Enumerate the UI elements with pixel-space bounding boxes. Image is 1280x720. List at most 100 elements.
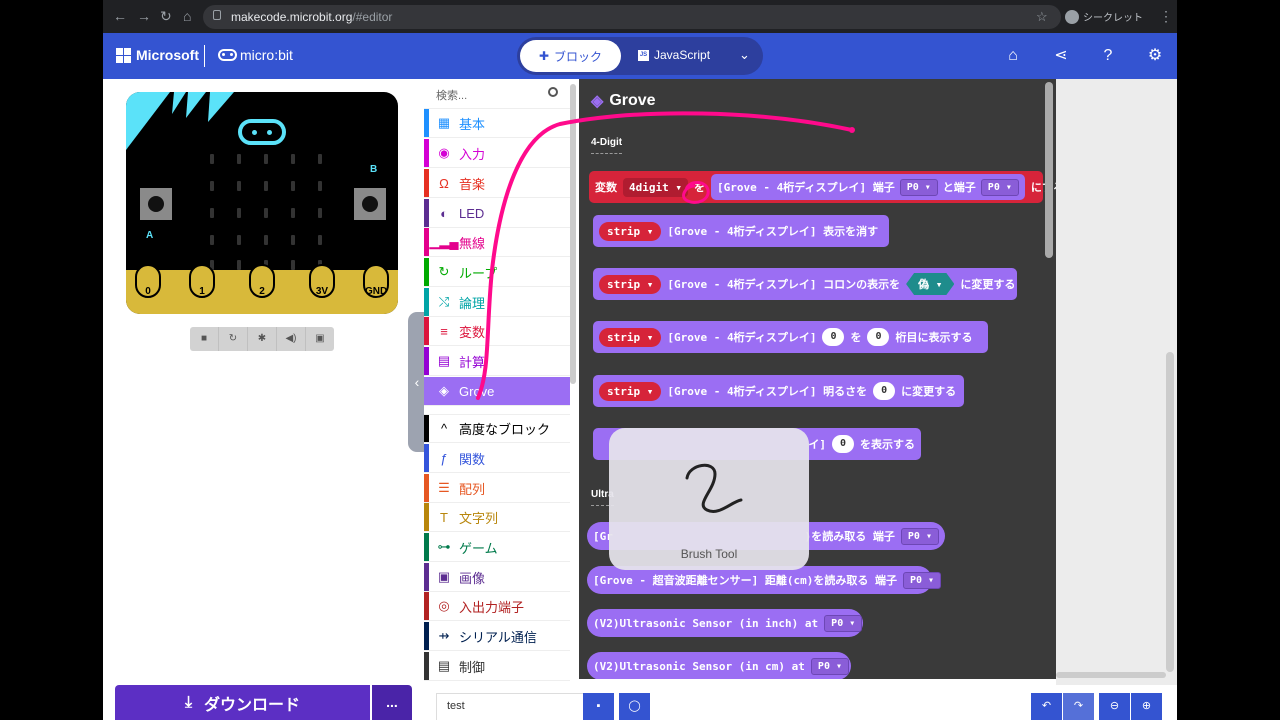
browser-menu-icon[interactable]: ⋮ (1159, 8, 1173, 25)
number-input[interactable]: 0 (822, 328, 845, 346)
variable-dropdown[interactable]: strip ▾ (599, 274, 662, 294)
download-button[interactable]: ⤓ ダウンロード (115, 685, 370, 720)
block-set-brightness[interactable]: strip ▾ [Grove - 4桁ディスプレイ] 明るさを 0 に変更する (593, 375, 964, 407)
gear-icon[interactable]: ⚙ (1145, 46, 1165, 66)
profile-button[interactable]: シークレット (1065, 9, 1143, 24)
pin-0[interactable]: 0 (135, 264, 161, 298)
category-functions[interactable]: ƒ 関数 (424, 444, 570, 473)
button-b[interactable] (354, 188, 386, 220)
category-basic[interactable]: ▦ 基本 (424, 109, 570, 138)
image-icon: ▣ (437, 569, 451, 584)
category-game[interactable]: ⊶ ゲーム (424, 533, 570, 562)
category-math[interactable]: ▤ 計算 (424, 347, 570, 376)
category-control[interactable]: ▤ 制御 (424, 652, 570, 681)
header-divider (204, 45, 205, 67)
fullscreen-icon[interactable]: ▣ (306, 327, 334, 351)
forward-icon[interactable]: → (137, 8, 151, 24)
microbit-logo[interactable]: micro:bit (218, 47, 293, 63)
toolbox: 検索... ▦ 基本 ◉ 入力 Ω 音楽 ◐ LED ▁▂▄ 無線 ↻ ループ ⤭ 論理 ≡ 変… (424, 79, 570, 685)
block-colon-display[interactable]: strip ▾ [Grove - 4桁ディスプレイ] コロンの表示を 偽 ▾ に… (593, 268, 1017, 300)
browser-toolbar: ← → ↻ ⌂ makecode.microbit.org/#editor ☆ … (103, 0, 1177, 33)
pin-1[interactable]: 1 (189, 264, 215, 298)
button-a-label: A (146, 230, 154, 241)
help-icon[interactable]: ? (1098, 46, 1118, 66)
home-button-icon[interactable]: ⌂ (1003, 46, 1023, 66)
home-icon[interactable]: ⌂ (183, 8, 191, 24)
workspace-hscrollbar[interactable] (1056, 672, 1166, 678)
tab-blocks[interactable]: ✚ ブロック (520, 40, 621, 72)
debug-icon[interactable]: ✱ (248, 327, 277, 351)
button-a[interactable] (140, 188, 172, 220)
chevron-down-icon[interactable]: ⌄ (739, 47, 750, 63)
redo-icon[interactable]: ↷ (1063, 693, 1094, 720)
category-serial[interactable]: ⇸ シリアル通信 (424, 622, 570, 651)
undo-icon[interactable]: ↶ (1031, 693, 1062, 720)
toolbox-search[interactable]: 検索... (424, 79, 570, 109)
variable-dropdown[interactable]: strip ▾ (599, 327, 662, 347)
zoom-in-icon[interactable]: ⊕ (1131, 693, 1162, 720)
pin-dropdown[interactable]: P0 ▾ (902, 571, 942, 589)
flyout-scrollbar[interactable] (1045, 82, 1053, 258)
category-led[interactable]: ◐ LED (424, 199, 570, 228)
category-radio[interactable]: ▁▂▄ 無線 (424, 228, 570, 257)
variable-dropdown[interactable]: strip ▾ (599, 381, 662, 401)
category-arrays[interactable]: ☰ 配列 (424, 474, 570, 503)
address-bar[interactable]: makecode.microbit.org/#editor (203, 5, 1061, 29)
editor-footer: ⤓ ダウンロード ... test ▪ ◯ ↶ ↷ ⊖ ⊕ (103, 685, 1177, 720)
category-pins[interactable]: ◎ 入出力端子 (424, 592, 570, 621)
microsoft-logo-icon (116, 48, 131, 63)
download-more-button[interactable]: ... (372, 685, 412, 720)
category-variables[interactable]: ≡ 変数 (424, 317, 570, 346)
pin-dropdown[interactable]: P0 ▾ (824, 614, 863, 632)
grove-4digit-create-block[interactable]: [Grove - 4桁ディスプレイ] 端子 P0 ▾ と端子 P0 ▾ (711, 174, 1025, 200)
category-grove[interactable]: ◈ Grove (424, 377, 570, 406)
pin-dropdown[interactable]: P0 ▾ (899, 178, 938, 196)
bookmark-star-icon[interactable]: ☆ (1036, 9, 1048, 25)
pin-3v[interactable]: 3V (309, 264, 335, 298)
code-workspace[interactable] (1056, 79, 1177, 685)
section-label-4digit: 4-Digit (591, 137, 623, 154)
category-images[interactable]: ▣ 画像 (424, 563, 570, 592)
shuffle-icon: ⤭ (438, 294, 450, 309)
category-text[interactable]: T 文字列 (424, 503, 570, 532)
share-icon[interactable]: ⋖ (1051, 46, 1071, 66)
microsoft-brand[interactable]: Microsoft (136, 47, 199, 63)
variable-dropdown[interactable]: strip ▾ (599, 221, 662, 241)
block-ultrasonic-cm-read[interactable]: [Grove - 超音波距離センサー] 距離(cm)を読み取る 端子 P0 ▾ (587, 566, 942, 594)
category-logic[interactable]: ⤭ 論理 (424, 288, 570, 317)
reload-icon[interactable]: ↻ (160, 8, 172, 25)
restart-icon[interactable]: ↻ (219, 327, 248, 351)
number-input[interactable]: 0 (832, 435, 854, 453)
microbit-face-logo[interactable] (238, 119, 286, 145)
block-set-4digit[interactable]: 変数 4digit ▾ を [Grove - 4桁ディスプレイ] 端子 P0 ▾… (589, 171, 1056, 203)
pin-gnd[interactable]: GND (363, 264, 389, 298)
category-input[interactable]: ◉ 入力 (424, 139, 570, 168)
block-v2-ultrasonic-inch[interactable]: (V2)Ultrasonic Sensor (in inch) at P0 ▾ (587, 609, 863, 637)
github-icon[interactable]: ◯ (619, 693, 650, 720)
pin-dropdown[interactable]: P0 ▾ (900, 527, 939, 545)
tab-javascript[interactable]: JS JavaScript (638, 48, 710, 62)
category-loops[interactable]: ↻ ループ (424, 258, 570, 287)
variable-dropdown[interactable]: 4digit ▾ (623, 177, 688, 197)
category-advanced[interactable]: ^ 高度なブロック (424, 414, 570, 443)
back-icon[interactable]: ← (113, 8, 127, 24)
block-show-digit[interactable]: strip ▾ [Grove - 4桁ディスプレイ] 0 を 0 桁目に表示する (593, 321, 988, 353)
sound-icon[interactable]: ◀) (277, 327, 306, 351)
toolbox-scrollbar[interactable] (570, 84, 576, 384)
pin-dropdown[interactable]: P0 ▾ (810, 657, 850, 675)
category-music[interactable]: Ω 音楽 (424, 169, 570, 198)
calculator-icon: ▤ (437, 353, 451, 368)
number-input[interactable]: 0 (867, 328, 890, 346)
boolean-dropdown[interactable]: 偽 ▾ (906, 273, 954, 295)
project-name-input[interactable]: test (436, 693, 584, 720)
zoom-out-icon[interactable]: ⊖ (1099, 693, 1130, 720)
stop-icon[interactable]: ■ (190, 327, 219, 351)
pin-2[interactable]: 2 (249, 264, 275, 298)
block-clear-display[interactable]: strip ▾ [Grove - 4桁ディスプレイ] 表示を消す (593, 215, 889, 247)
workspace-vscrollbar[interactable] (1166, 352, 1174, 672)
block-v2-ultrasonic-cm[interactable]: (V2)Ultrasonic Sensor (in cm) at P0 ▾ (587, 652, 851, 679)
number-input[interactable]: 0 (873, 382, 896, 400)
save-icon[interactable]: ▪ (583, 693, 614, 720)
pin-dropdown[interactable]: P0 ▾ (980, 178, 1019, 196)
text-icon: T (440, 509, 448, 525)
